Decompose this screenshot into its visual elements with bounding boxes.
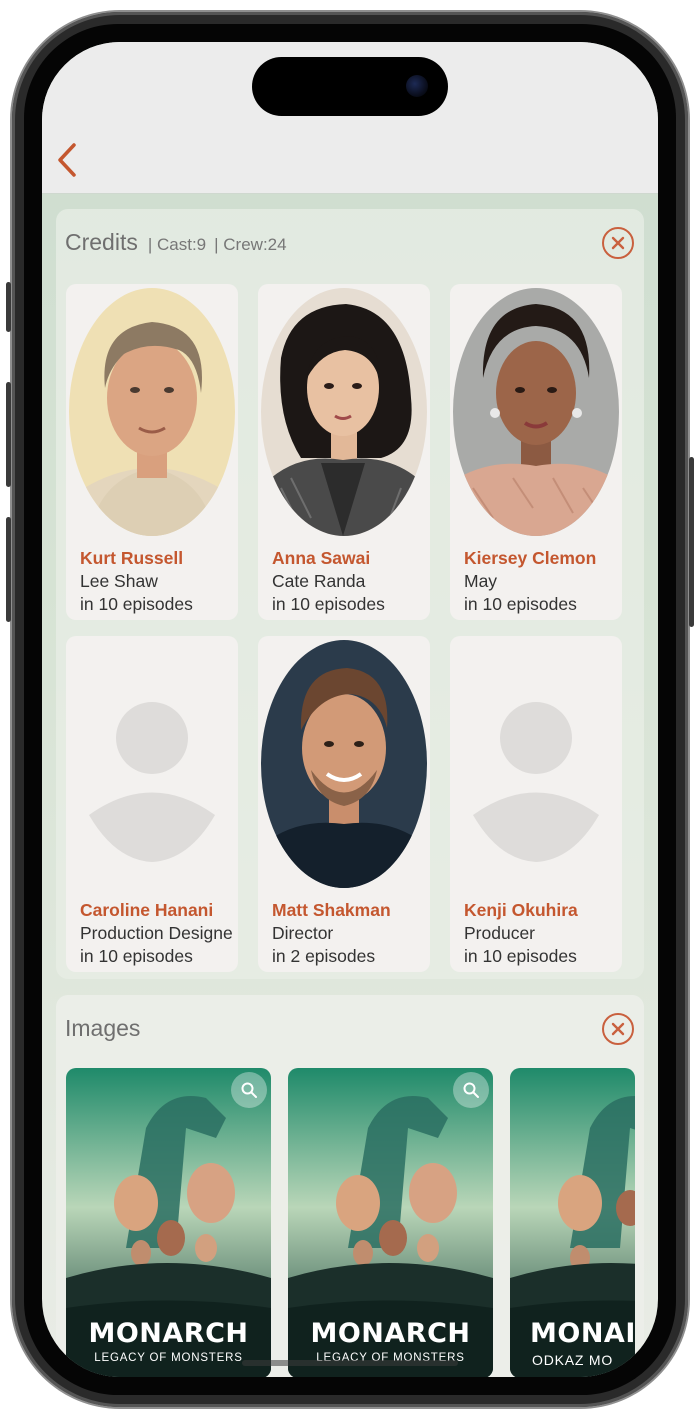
person-episodes: in 10 episodes bbox=[464, 946, 577, 966]
zoom-icon[interactable] bbox=[453, 1072, 489, 1108]
credit-card[interactable]: Kenji Okuhira Producer in 10 episodes bbox=[450, 636, 622, 972]
person-photo bbox=[261, 640, 427, 888]
screen: Credits | Cast:9 | Crew:24 Kurt Russell … bbox=[42, 42, 658, 1377]
person-role: Director bbox=[272, 923, 334, 943]
close-circle-icon bbox=[611, 236, 625, 250]
person-role: May bbox=[464, 571, 498, 591]
poster-image[interactable]: MONARCH LEGACY OF MONSTERS bbox=[288, 1068, 493, 1377]
person-role: Lee Shaw bbox=[80, 571, 158, 591]
poster-title: MONAI bbox=[530, 1318, 635, 1349]
poster-title: MONARCH bbox=[310, 1318, 471, 1349]
images-title: Images bbox=[65, 1015, 141, 1041]
back-button[interactable] bbox=[50, 140, 84, 180]
person-name: Kenji Okuhira bbox=[464, 900, 578, 920]
images-header: Images bbox=[65, 1015, 140, 1042]
person-name: Kiersey Clemon bbox=[464, 548, 597, 568]
volume-down-button bbox=[6, 517, 11, 622]
chevron-left-icon bbox=[58, 143, 76, 177]
images-section: Images MONARCH LEGACY OF MONSTERS MONARC… bbox=[56, 995, 644, 1377]
credits-header: Credits | Cast:9 | Crew:24 bbox=[65, 229, 287, 256]
credits-section: Credits | Cast:9 | Crew:24 Kurt Russell … bbox=[56, 209, 644, 979]
person-episodes: in 10 episodes bbox=[80, 594, 193, 614]
person-name: Matt Shakman bbox=[272, 900, 391, 920]
person-name: Anna Sawai bbox=[272, 548, 371, 568]
close-circle-icon bbox=[611, 1022, 625, 1036]
images-close-button[interactable] bbox=[602, 1013, 634, 1045]
poster-image[interactable]: MONARCH LEGACY OF MONSTERS bbox=[66, 1068, 271, 1377]
person-photo bbox=[69, 288, 235, 536]
credits-title: Credits bbox=[65, 229, 138, 255]
credits-close-button[interactable] bbox=[602, 227, 634, 259]
cast-count: | Cast:9 bbox=[147, 235, 207, 254]
person-name: Caroline Hanani bbox=[80, 900, 214, 920]
poster-title: MONARCH bbox=[88, 1318, 249, 1349]
crew-count: | Crew:24 bbox=[214, 235, 287, 254]
credit-card[interactable]: Kurt Russell Lee Shaw in 10 episodes bbox=[66, 284, 238, 620]
person-episodes: in 10 episodes bbox=[464, 594, 577, 614]
person-episodes: in 10 episodes bbox=[272, 594, 385, 614]
volume-up-button bbox=[6, 382, 11, 487]
person-episodes: in 2 episodes bbox=[272, 946, 376, 966]
action-button bbox=[6, 282, 11, 332]
poster-image[interactable]: MONAI ODKAZ MO bbox=[510, 1068, 635, 1377]
credit-card[interactable]: Caroline Hanani Production Designer in 1… bbox=[66, 636, 238, 972]
credit-card[interactable]: Anna Sawai Cate Randa in 10 episodes bbox=[258, 284, 430, 620]
person-name: Kurt Russell bbox=[80, 548, 184, 568]
zoom-icon[interactable] bbox=[231, 1072, 267, 1108]
credit-card[interactable]: Matt Shakman Director in 2 episodes bbox=[258, 636, 430, 972]
camera-lens bbox=[406, 75, 428, 97]
power-button bbox=[689, 457, 694, 627]
home-indicator[interactable] bbox=[242, 1360, 458, 1366]
person-role: Producer bbox=[464, 923, 536, 943]
person-photo bbox=[453, 288, 619, 536]
person-episodes: in 10 episodes bbox=[80, 946, 193, 966]
poster-subtitle: ODKAZ MO bbox=[532, 1352, 614, 1368]
person-role: Production Designer bbox=[80, 923, 232, 943]
credit-card[interactable]: Kiersey Clemon May in 10 episodes bbox=[450, 284, 622, 620]
person-photo bbox=[261, 288, 427, 536]
dynamic-island bbox=[252, 57, 448, 116]
person-placeholder-icon bbox=[69, 640, 235, 888]
person-role: Cate Randa bbox=[272, 571, 366, 591]
person-placeholder-icon bbox=[453, 640, 619, 888]
poster-subtitle: LEGACY OF MONSTERS bbox=[94, 1352, 243, 1364]
